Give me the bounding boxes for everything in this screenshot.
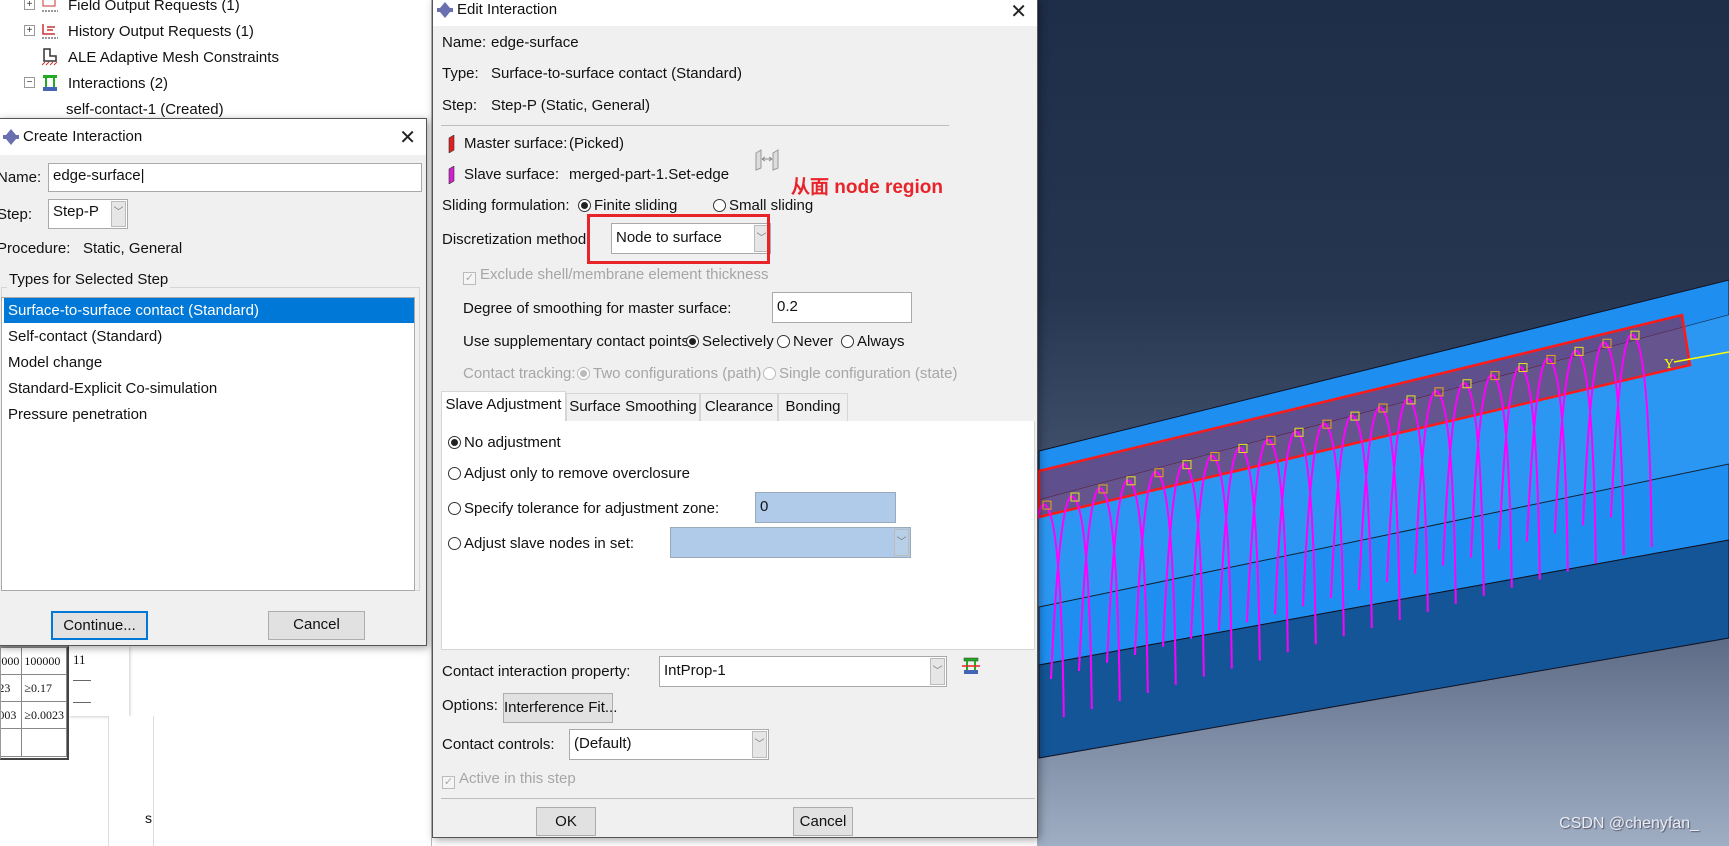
abaqus-logo-icon <box>437 2 453 18</box>
ale-mesh-icon <box>41 48 58 66</box>
beam-model: Y <box>1037 279 1729 759</box>
surface-swap-icon[interactable] <box>754 147 780 171</box>
interactions-icon <box>43 75 57 91</box>
tree-item-field-output-requests[interactable]: + Field Output Requests (1) <box>24 0 240 14</box>
radio-icon <box>686 335 699 348</box>
watermark: CSDN @chenyfan_ <box>1559 815 1699 832</box>
tab-clearance[interactable]: Clearance <box>700 393 778 421</box>
radio-selectively[interactable]: Selectively <box>686 333 774 350</box>
highlight-box <box>587 214 770 264</box>
tolerance-input: 0 <box>755 492 896 523</box>
continue-button[interactable]: Continue... <box>51 611 148 640</box>
radio-finite-sliding[interactable]: Finite sliding <box>578 197 677 214</box>
background-panel: s <box>108 716 154 846</box>
annotation-text: 从面 node region <box>791 177 944 198</box>
radio-always[interactable]: Always <box>841 333 905 350</box>
cancel-button[interactable]: Cancel <box>793 807 853 836</box>
table-row <box>1 728 67 757</box>
list-item[interactable]: Model change <box>4 350 414 375</box>
radio-icon <box>713 199 726 212</box>
tab-bonding[interactable]: Bonding <box>778 393 848 421</box>
abaqus-logo-icon <box>3 129 19 145</box>
collapse-icon[interactable]: − <box>24 77 35 88</box>
radio-icon <box>448 502 461 515</box>
list-item[interactable]: Surface-to-surface contact (Standard) <box>4 298 414 323</box>
radio-no-adjustment[interactable]: No adjustment <box>448 434 561 451</box>
create-property-icon[interactable] <box>961 656 981 676</box>
close-icon[interactable]: ✕ <box>399 125 416 150</box>
radio-never[interactable]: Never <box>777 333 833 350</box>
field-output-icon <box>42 0 58 12</box>
list-item[interactable]: Pressure penetration <box>4 402 414 427</box>
chevron-down-icon: ﹀ <box>894 529 909 556</box>
chevron-down-icon: ﹀ <box>930 658 945 685</box>
title-bar: Edit Interaction ✕ <box>433 0 1037 26</box>
step-select[interactable]: Step-P ﹀ <box>48 199 128 229</box>
tree-item-ale-mesh-constraints[interactable]: ALE Adaptive Mesh Constraints <box>41 48 279 66</box>
list-item[interactable]: Self-contact (Standard) <box>4 324 414 349</box>
radio-icon <box>763 367 776 380</box>
model-viewport[interactable]: Y CSDN @chenyfan_ <box>1037 0 1729 846</box>
active-in-step-checkbox[interactable]: ✓ Active in this step <box>442 770 576 789</box>
checkbox-icon: ✓ <box>463 272 476 285</box>
master-surface-icon <box>448 135 455 153</box>
radio-icon <box>448 467 461 480</box>
slave-set-select: ﹀ <box>670 527 911 558</box>
cancel-button[interactable]: Cancel <box>268 611 365 640</box>
name-input[interactable]: edge-surface| <box>48 163 422 192</box>
slave-surface-icon <box>448 166 455 184</box>
radio-two-configurations: Two configurations (path) <box>577 365 761 382</box>
interaction-property-select[interactable]: IntProp-1 ﹀ <box>659 656 947 687</box>
table-row: .003≥0.0023 <box>1 701 67 729</box>
radio-adjust-nodes-in-set[interactable]: Adjust slave nodes in set: <box>448 535 634 552</box>
interference-fit-button[interactable]: Interference Fit... <box>503 693 617 723</box>
edit-interaction-dialog: Edit Interaction ✕ Name: edge-surface Ty… <box>432 0 1038 838</box>
smoothing-input[interactable]: 0.2 <box>772 292 912 323</box>
radio-single-configuration: Single configuration (state) <box>763 365 957 382</box>
expand-icon[interactable]: + <box>24 0 35 10</box>
list-item[interactable]: Standard-Explicit Co-simulation <box>4 376 414 401</box>
radio-icon <box>841 335 854 348</box>
tree-item-interactions[interactable]: − Interactions (2) <box>24 75 168 92</box>
chevron-down-icon: ﹀ <box>111 201 126 227</box>
radio-icon <box>777 335 790 348</box>
tree-item-self-contact-1[interactable]: self-contact-1 (Created) <box>66 101 224 118</box>
tab-slave-adjustment[interactable]: Slave Adjustment <box>441 391 566 421</box>
table-row: 0000100000 <box>1 647 67 675</box>
history-output-icon <box>42 24 58 39</box>
radio-small-sliding[interactable]: Small sliding <box>713 197 813 214</box>
checkbox-icon: ✓ <box>442 776 455 789</box>
create-interaction-dialog: Create Interaction ✕ Name: edge-surface|… <box>0 118 427 646</box>
contact-controls-select[interactable]: (Default) ﹀ <box>569 729 769 760</box>
radio-icon <box>578 199 591 212</box>
slave-adjustment-panel: No adjustment Adjust only to remove over… <box>441 421 1035 650</box>
radio-specify-tolerance[interactable]: Specify tolerance for adjustment zone: <box>448 500 719 517</box>
tree-item-history-output-requests[interactable]: + History Output Requests (1) <box>24 23 254 40</box>
expand-icon[interactable]: + <box>24 25 35 36</box>
radio-icon <box>448 436 461 449</box>
close-icon[interactable]: ✕ <box>1010 0 1027 24</box>
axis-label-y: Y <box>1664 357 1674 372</box>
tab-surface-smoothing[interactable]: Surface Smoothing <box>566 393 700 421</box>
background-table: 0000100000 .23≥0.17 .003≥0.0023 <box>0 646 69 760</box>
radio-remove-overclosure[interactable]: Adjust only to remove overclosure <box>448 465 690 482</box>
types-list[interactable]: Surface-to-surface contact (Standard) Se… <box>1 297 415 591</box>
title-bar: Create Interaction ✕ <box>0 119 426 155</box>
exclude-thickness-checkbox[interactable]: ✓ Exclude shell/membrane element thicknes… <box>463 266 768 285</box>
table-row: .23≥0.17 <box>1 674 67 702</box>
radio-icon <box>577 367 590 380</box>
background-doc-fragment: 11 <box>69 646 129 716</box>
chevron-down-icon: ﹀ <box>752 731 767 758</box>
ok-button[interactable]: OK <box>536 807 596 836</box>
radio-icon <box>448 537 461 550</box>
